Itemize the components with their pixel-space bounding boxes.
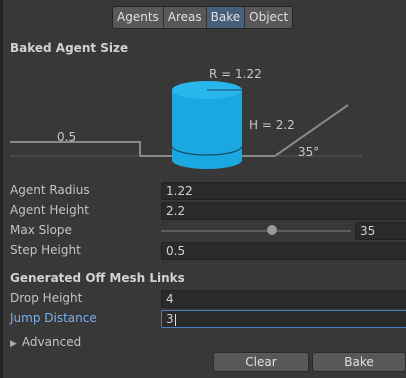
off-mesh-links-title: Generated Off Mesh Links (10, 271, 185, 285)
cylinder-body (172, 90, 242, 169)
step-height-row: Step Height 0.5 (10, 242, 406, 260)
agent-cylinder-shape (171, 81, 243, 169)
clear-button[interactable]: Clear (213, 352, 309, 372)
navigation-tab-bar: Agents Areas Bake Object (112, 6, 294, 29)
max-slope-field[interactable]: 35 (355, 222, 406, 240)
agent-size-diagram: R = 1.22 H = 2.2 0.5 35° (10, 67, 362, 169)
step-height-label: 0.5 (57, 130, 76, 144)
advanced-label: Advanced (21, 335, 82, 349)
jump-distance-value: 3 (166, 312, 174, 326)
agent-height-row: Agent Height 2.2 (10, 202, 406, 220)
step-height-field[interactable]: 0.5 (161, 242, 406, 260)
agent-radius-field[interactable]: 1.22 (161, 182, 406, 200)
advanced-foldout[interactable]: ▶ Advanced (10, 335, 81, 349)
agent-height-field[interactable]: 2.2 (161, 202, 406, 220)
agent-height-label: Agent Height (10, 203, 90, 217)
height-label: H = 2.2 (249, 118, 295, 132)
bake-button[interactable]: Bake (312, 352, 406, 372)
baked-agent-size-title: Baked Agent Size (10, 41, 129, 55)
step-height-label: Step Height (10, 243, 81, 257)
tab-bake[interactable]: Bake (206, 7, 246, 28)
slope-angle-label: 35° (298, 145, 319, 159)
max-slope-slider-track[interactable] (161, 230, 351, 232)
max-slope-label: Max Slope (10, 223, 72, 237)
jump-distance-field[interactable]: 3 (161, 310, 406, 328)
max-slope-slider-thumb[interactable] (266, 225, 277, 235)
panel-left-edge (0, 0, 3, 378)
drop-height-field[interactable]: 4 (161, 290, 406, 308)
agent-radius-label: Agent Radius (10, 183, 90, 197)
tab-agents[interactable]: Agents (113, 7, 164, 28)
tab-areas[interactable]: Areas (163, 7, 207, 28)
drop-height-row: Drop Height 4 (10, 290, 406, 308)
drop-height-label: Drop Height (10, 291, 83, 305)
agent-radius-row: Agent Radius 1.22 (10, 182, 406, 200)
tab-object[interactable]: Object (245, 7, 293, 28)
jump-distance-row: Jump Distance 3 (10, 310, 406, 328)
max-slope-row: Max Slope 35 (10, 222, 406, 240)
radius-label: R = 1.22 (209, 67, 262, 81)
jump-distance-label: Jump Distance (10, 311, 97, 325)
foldout-arrow-icon: ▶ (10, 339, 17, 349)
text-caret (174, 313, 176, 326)
